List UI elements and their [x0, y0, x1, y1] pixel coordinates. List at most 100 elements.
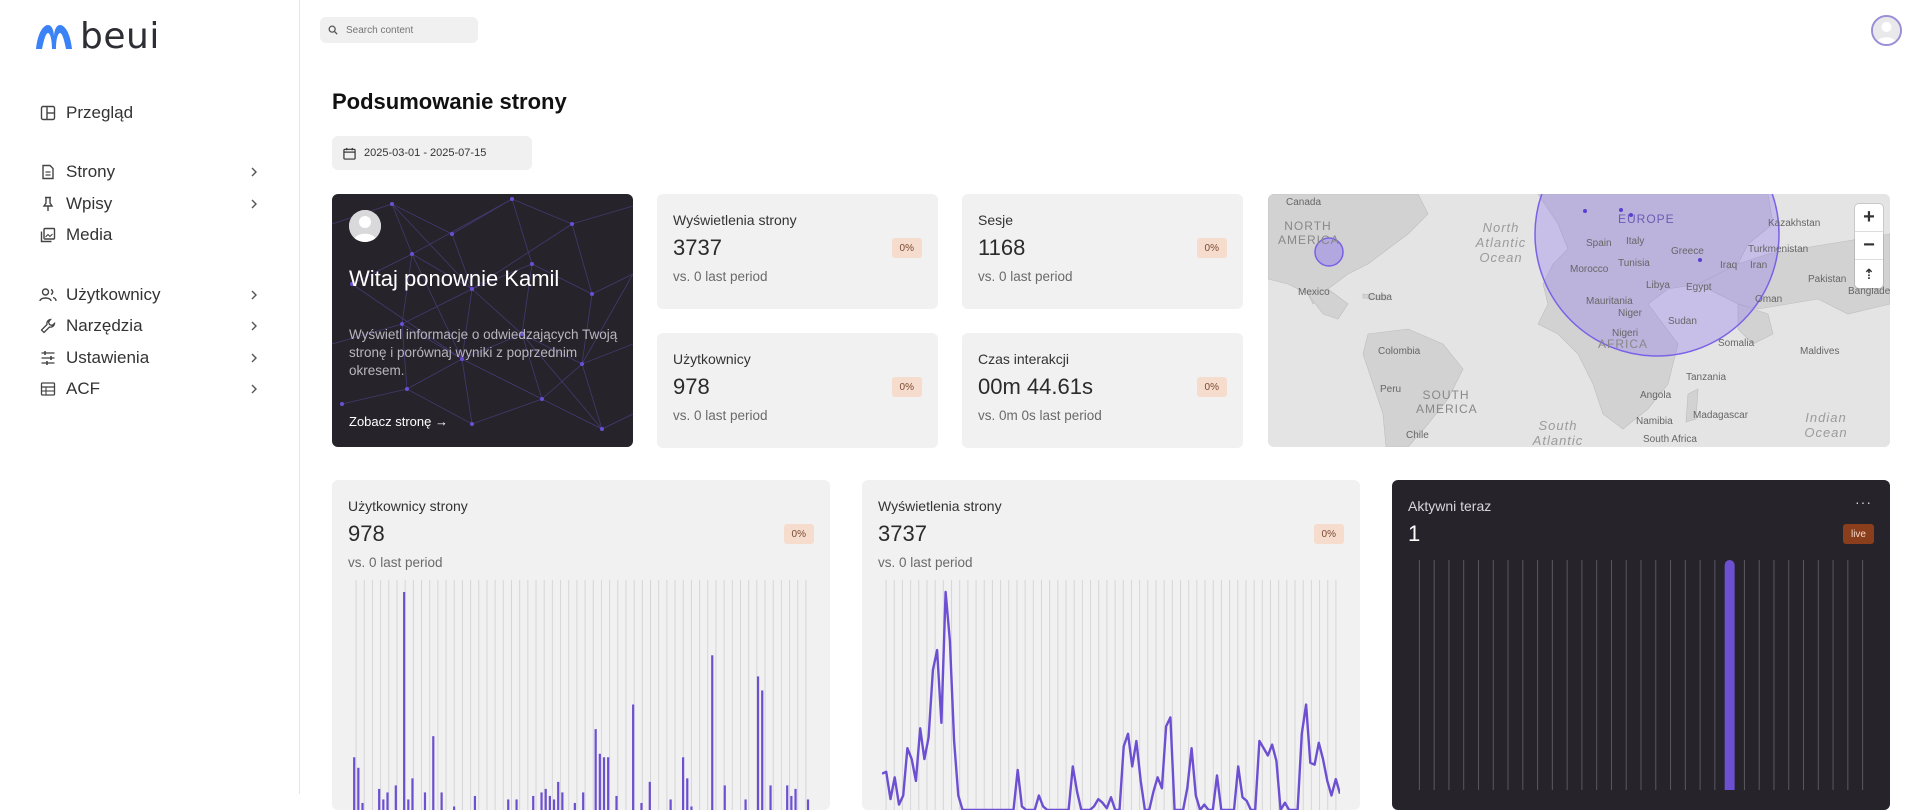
map-label: Sudan [1668, 316, 1697, 327]
map-label: EUROPE [1618, 212, 1675, 226]
chart-bar [432, 736, 435, 810]
view-site-link[interactable]: Zobacz stronę → [349, 414, 448, 429]
map-label: Tunisia [1618, 258, 1650, 269]
chart-bar [453, 806, 456, 810]
map-label: Libya [1646, 280, 1670, 291]
chart-bar [756, 676, 760, 810]
sidebar-item-narzedzia[interactable]: Narzędzia [38, 313, 262, 339]
chart-bar [407, 799, 410, 810]
avatar [349, 210, 381, 242]
chart-bar [794, 788, 797, 810]
map-label: AFRICA [1598, 337, 1649, 351]
sidebar-item-ustawienia[interactable]: Ustawienia [38, 345, 262, 371]
welcome-card: Witaj ponownie Kamil Wyświetl informacje… [332, 194, 633, 447]
chart-bar [548, 795, 551, 810]
chart-bar [361, 802, 364, 810]
welcome-title: Witaj ponownie Kamil [349, 266, 560, 291]
chart-bar [602, 757, 606, 810]
map-controls: + − ⇡ [1855, 204, 1883, 288]
chart-bar [573, 802, 576, 810]
search-input[interactable] [346, 24, 466, 36]
user-avatar[interactable] [1871, 15, 1902, 46]
more-menu-button[interactable]: ··· [1855, 494, 1872, 510]
map-label: Italy [1626, 236, 1645, 247]
map-label: Namibia [1636, 416, 1673, 427]
chart-bar [440, 792, 443, 810]
date-range-text: 2025-03-01 - 2025-07-15 [364, 147, 487, 159]
chart-bar [615, 795, 618, 810]
chart-card-active-now: Aktywni teraz ··· 1 live [1392, 480, 1890, 810]
sidebar-item-acf[interactable]: ACF [38, 376, 262, 402]
brand-name: beui [80, 15, 160, 57]
stat-card-sessions: Sesje 1168 0% vs. 0 last period [962, 194, 1243, 309]
brand-logo[interactable]: beui [34, 15, 160, 57]
sidebar-item-media[interactable]: Media [38, 222, 262, 248]
sidebar-item-przeglad[interactable]: Przegląd [38, 100, 262, 126]
chevron-right-icon [251, 167, 257, 177]
chart-bar [378, 788, 381, 810]
date-range-picker[interactable]: 2025-03-01 - 2025-07-15 [332, 136, 532, 170]
sidebar-item-strony[interactable]: Strony [38, 159, 262, 185]
chart-bar [669, 799, 672, 810]
zoom-in-button[interactable]: + [1855, 204, 1883, 232]
chart-series-line [882, 590, 1340, 810]
map-label: Turkmenistan [1748, 244, 1809, 255]
chart-bar [353, 757, 356, 810]
map-label: Mexico [1298, 287, 1330, 298]
chart-bar [515, 799, 518, 810]
sidebar-item-label: Przegląd [66, 103, 134, 122]
live-badge: live [1842, 524, 1874, 544]
stat-value: 3737 [673, 235, 722, 260]
map-label: Morocco [1570, 264, 1609, 275]
chart-bar [507, 799, 510, 810]
stat-label: Sesje [978, 212, 1014, 228]
search-box[interactable] [320, 17, 478, 43]
chevron-right-icon [251, 384, 257, 394]
chart-bar [532, 795, 535, 810]
stat-comparison: vs. 0 last period [673, 408, 768, 423]
chart-bar [357, 767, 360, 810]
visitor-map[interactable]: Canada NORTH AMERICA Mexico Cuba Colombi… [1268, 194, 1890, 447]
chart-bar [761, 690, 764, 810]
welcome-description: Wyświetl informacje o odwiedzających Two… [349, 327, 618, 378]
chart-bar [411, 778, 414, 810]
chart-bar [686, 778, 689, 810]
sidebar-item-uzytkownicy[interactable]: Użytkownicy [38, 282, 262, 308]
active-now-bar-chart [1418, 560, 1864, 790]
chart-bar [806, 799, 810, 810]
chart-bar [594, 729, 597, 810]
chevron-right-icon [251, 290, 257, 300]
chart-bar [473, 795, 477, 810]
map-label: Tanzania [1686, 372, 1727, 383]
chart-bar [582, 792, 585, 810]
map-label: Spain [1586, 238, 1612, 249]
chart-card-users: Użytkownicy strony 978 0% vs. 0 last per… [332, 480, 830, 810]
sidebar-item-wpisy[interactable]: Wpisy [38, 191, 262, 217]
map-label: South Africa [1643, 434, 1697, 445]
map-label: Oman [1755, 294, 1783, 305]
search-icon [328, 25, 338, 35]
chevron-right-icon [251, 321, 257, 331]
stat-card-engagement: Czas interakcji 00m 44.61s 0% vs. 0m 0s … [962, 333, 1243, 448]
file-icon [38, 162, 58, 182]
zoom-out-button[interactable]: − [1855, 232, 1883, 260]
chart-bar [690, 806, 693, 810]
map-label: Iran [1750, 260, 1768, 271]
chart-card-value: 1 [1408, 521, 1421, 546]
reset-north-button[interactable]: ⇡ [1855, 260, 1883, 288]
chart-bar [386, 792, 389, 810]
sidebar-item-label: Użytkownicy [66, 285, 161, 304]
map-label: Peru [1380, 384, 1402, 395]
chart-card-pageviews: Wyświetlenia strony 3737 0% vs. 0 last p… [862, 480, 1360, 810]
sidebar-item-label: Wpisy [66, 194, 113, 213]
change-badge: 0% [783, 524, 814, 544]
map-label: North Atlantic Ocean [1475, 220, 1527, 265]
chart-card-label: Wyświetlenia strony [878, 498, 1002, 514]
sidebar: beui Przegląd Strony Wpisy Media Użytkow… [0, 0, 300, 794]
chart-bar [423, 792, 427, 810]
map-label: Greece [1671, 246, 1704, 257]
layout-icon [38, 103, 58, 123]
chart-bar [790, 795, 793, 810]
chart-bar [544, 788, 547, 810]
chart-bar [552, 799, 556, 810]
